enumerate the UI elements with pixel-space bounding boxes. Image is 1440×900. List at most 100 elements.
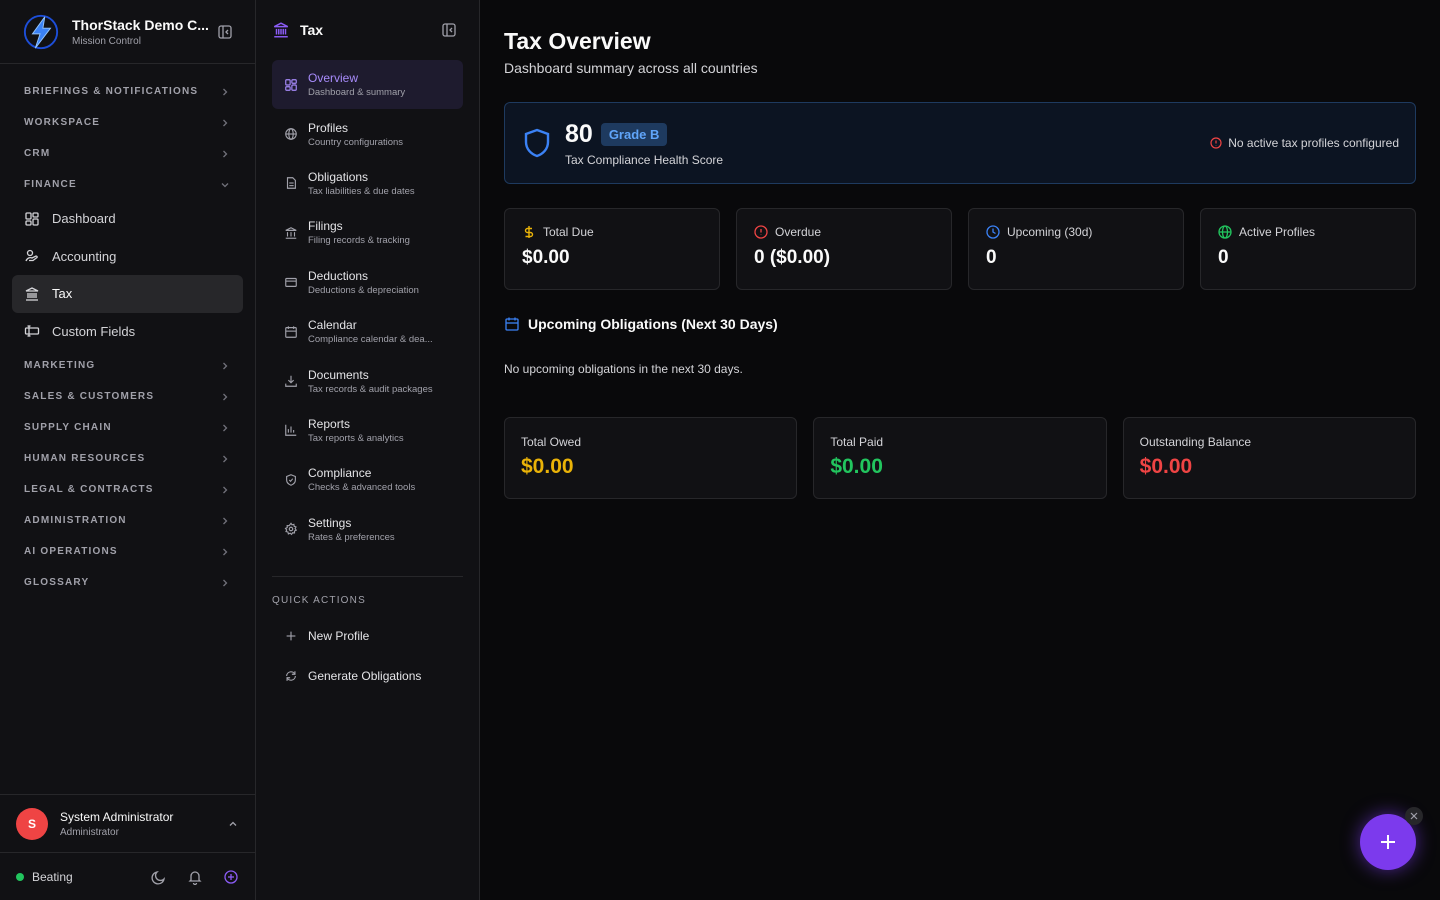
chart-icon <box>285 425 297 437</box>
subnav-item-text: Documents Tax records & audit packages <box>308 368 453 395</box>
sidebar-item-accounting[interactable]: Accounting <box>12 238 243 276</box>
close-icon <box>1410 812 1418 820</box>
plus-circle-icon[interactable] <box>223 869 239 885</box>
subnav-item-label: Obligations <box>308 169 369 184</box>
stat-value: 0 ($0.00) <box>754 247 831 268</box>
globe-icon <box>1218 225 1232 239</box>
generate-obligations-button[interactable]: Generate Obligations <box>256 656 479 696</box>
subnav-items: Overview Dashboard & summary Profiles Co… <box>256 60 479 554</box>
brand-name: ThorStack Demo C... <box>72 16 209 33</box>
chevron-right-icon <box>223 362 228 369</box>
refresh-icon <box>286 671 296 681</box>
status-bar: Beating <box>0 852 255 900</box>
nav-section-label: AI OPERATIONS <box>24 546 118 557</box>
subnav-item-documents[interactable]: Documents Tax records & audit packages <box>272 356 463 405</box>
subnav-item-desc: Tax liabilities & due dates <box>308 185 415 197</box>
outstanding-balance-card: Outstanding Balance $0.00 <box>1122 417 1416 499</box>
nav-section-finance[interactable]: FINANCE <box>12 169 243 200</box>
status-label: Beating <box>32 869 73 884</box>
nav-section-label: LEGAL & CONTRACTS <box>24 484 154 495</box>
fab-dismiss-button[interactable] <box>1405 807 1423 825</box>
quick-action-label: New Profile <box>308 628 370 643</box>
nav-section-label: SALES & CUSTOMERS <box>24 391 155 402</box>
subnav-item-reports[interactable]: Reports Tax reports & analytics <box>272 406 463 455</box>
nav-section-crm[interactable]: CRM <box>12 138 243 169</box>
stat-label: Active Profiles <box>1239 225 1316 239</box>
nav-section-glossary[interactable]: GLOSSARY <box>12 567 243 598</box>
subnav-item-overview[interactable]: Overview Dashboard & summary <box>272 60 463 110</box>
collapse-subnav-icon[interactable] <box>441 22 457 38</box>
subnav-item-text: Reports Tax reports & analytics <box>308 417 453 444</box>
dollar-icon <box>524 226 534 238</box>
subnav-item-text: Filings Filing records & tracking <box>308 219 453 246</box>
subnav-item-obligations[interactable]: Obligations Tax liabilities & due dates <box>272 159 463 208</box>
nav-section-legal[interactable]: LEGAL & CONTRACTS <box>12 474 243 505</box>
subnav-item-compliance[interactable]: Compliance Checks & advanced tools <box>272 455 463 504</box>
nav-section-label: HUMAN RESOURCES <box>24 453 146 464</box>
main-nav: BRIEFINGS & NOTIFICATIONS WORKSPACE CRM … <box>0 64 255 598</box>
collapse-sidebar-icon[interactable] <box>217 24 233 40</box>
moon-icon[interactable] <box>151 869 167 885</box>
subnav-item-settings[interactable]: Settings Rates & preferences <box>272 505 463 554</box>
chevron-right-icon <box>223 150 228 157</box>
status-dot <box>16 872 24 881</box>
total-value: $0.00 <box>830 455 883 478</box>
subnav-item-text: Deductions Deductions & depreciation <box>308 269 453 296</box>
subnav-item-calendar[interactable]: Calendar Compliance calendar & dea... <box>272 307 463 356</box>
subnav-item-desc: Compliance calendar & dea... <box>308 334 433 346</box>
chevron-right-icon <box>223 119 228 126</box>
bell-icon[interactable] <box>187 869 203 885</box>
nav-section-label: WORKSPACE <box>24 117 101 128</box>
nav-section-marketing[interactable]: MARKETING <box>12 350 243 381</box>
chevron-right-icon <box>223 486 228 493</box>
calendar-icon <box>285 325 297 338</box>
total-value: $0.00 <box>1139 455 1193 478</box>
subnav-item-label: Filings <box>308 219 343 234</box>
nav-section-ai-operations[interactable]: AI OPERATIONS <box>12 536 243 567</box>
subnav-item-label: Documents <box>308 367 369 382</box>
subnav-item-deductions[interactable]: Deductions Deductions & depreciation <box>272 258 463 307</box>
custom-fields-icon <box>24 325 40 337</box>
sidebar-item-label: Accounting <box>52 248 117 264</box>
gear-icon <box>284 522 298 536</box>
nav-section-label: CRM <box>24 148 51 159</box>
sidebar-item-custom-fields[interactable]: Custom Fields <box>12 313 243 351</box>
new-profile-button[interactable]: New Profile <box>256 616 479 656</box>
subnav-item-filings[interactable]: Filings Filing records & tracking <box>272 208 463 257</box>
subnav-item-text: Obligations Tax liabilities & due dates <box>308 170 453 197</box>
nav-section-sales[interactable]: SALES & CUSTOMERS <box>12 381 243 412</box>
nav-section-administration[interactable]: ADMINISTRATION <box>12 505 243 536</box>
stats-row: Total Due $0.00 Overdue 0 ($0.00) Upcomi… <box>504 208 1416 290</box>
calendar-icon <box>505 317 519 331</box>
nav-section-label: ADMINISTRATION <box>24 515 127 526</box>
subnav-item-desc: Tax reports & analytics <box>308 432 404 444</box>
user-role: Administrator <box>60 826 119 838</box>
subnav-item-desc: Dashboard & summary <box>308 87 406 99</box>
stat-value: 0 <box>986 247 997 268</box>
landmark-icon <box>25 287 39 301</box>
nav-section-briefings[interactable]: BRIEFINGS & NOTIFICATIONS <box>12 76 243 107</box>
brand-text[interactable]: ThorStack Demo C... Mission Control <box>72 17 217 47</box>
user-menu[interactable]: S System Administrator Administrator <box>0 794 255 852</box>
total-paid-card: Total Paid $0.00 <box>813 417 1107 499</box>
sidebar-item-dashboard[interactable]: Dashboard <box>12 200 243 238</box>
score-row: 80 Grade B <box>565 120 1210 149</box>
health-warning-text: No active tax profiles configured <box>1228 136 1399 150</box>
file-icon <box>286 177 296 190</box>
user-name: System Administrator <box>60 809 174 824</box>
subnav-title: Tax <box>300 22 324 38</box>
sidebar-item-label: Dashboard <box>52 211 116 227</box>
subnav-item-label: Profiles <box>308 120 349 135</box>
subnav-item-profiles[interactable]: Profiles Country configurations <box>272 109 463 158</box>
chevron-up-icon <box>229 821 237 826</box>
nav-section-supply-chain[interactable]: SUPPLY CHAIN <box>12 412 243 443</box>
nav-section-hr[interactable]: HUMAN RESOURCES <box>12 443 243 474</box>
stat-value: $0.00 <box>522 247 570 268</box>
nav-section-workspace[interactable]: WORKSPACE <box>12 107 243 138</box>
quick-actions-title: QUICK ACTIONS <box>272 594 366 606</box>
stat-head: Upcoming (30d) <box>986 225 1166 239</box>
total-label: Total Owed <box>521 435 582 449</box>
sidebar-item-tax[interactable]: Tax <box>12 275 243 313</box>
subnav-item-desc: Rates & preferences <box>308 531 395 543</box>
clock-icon <box>986 225 1000 239</box>
